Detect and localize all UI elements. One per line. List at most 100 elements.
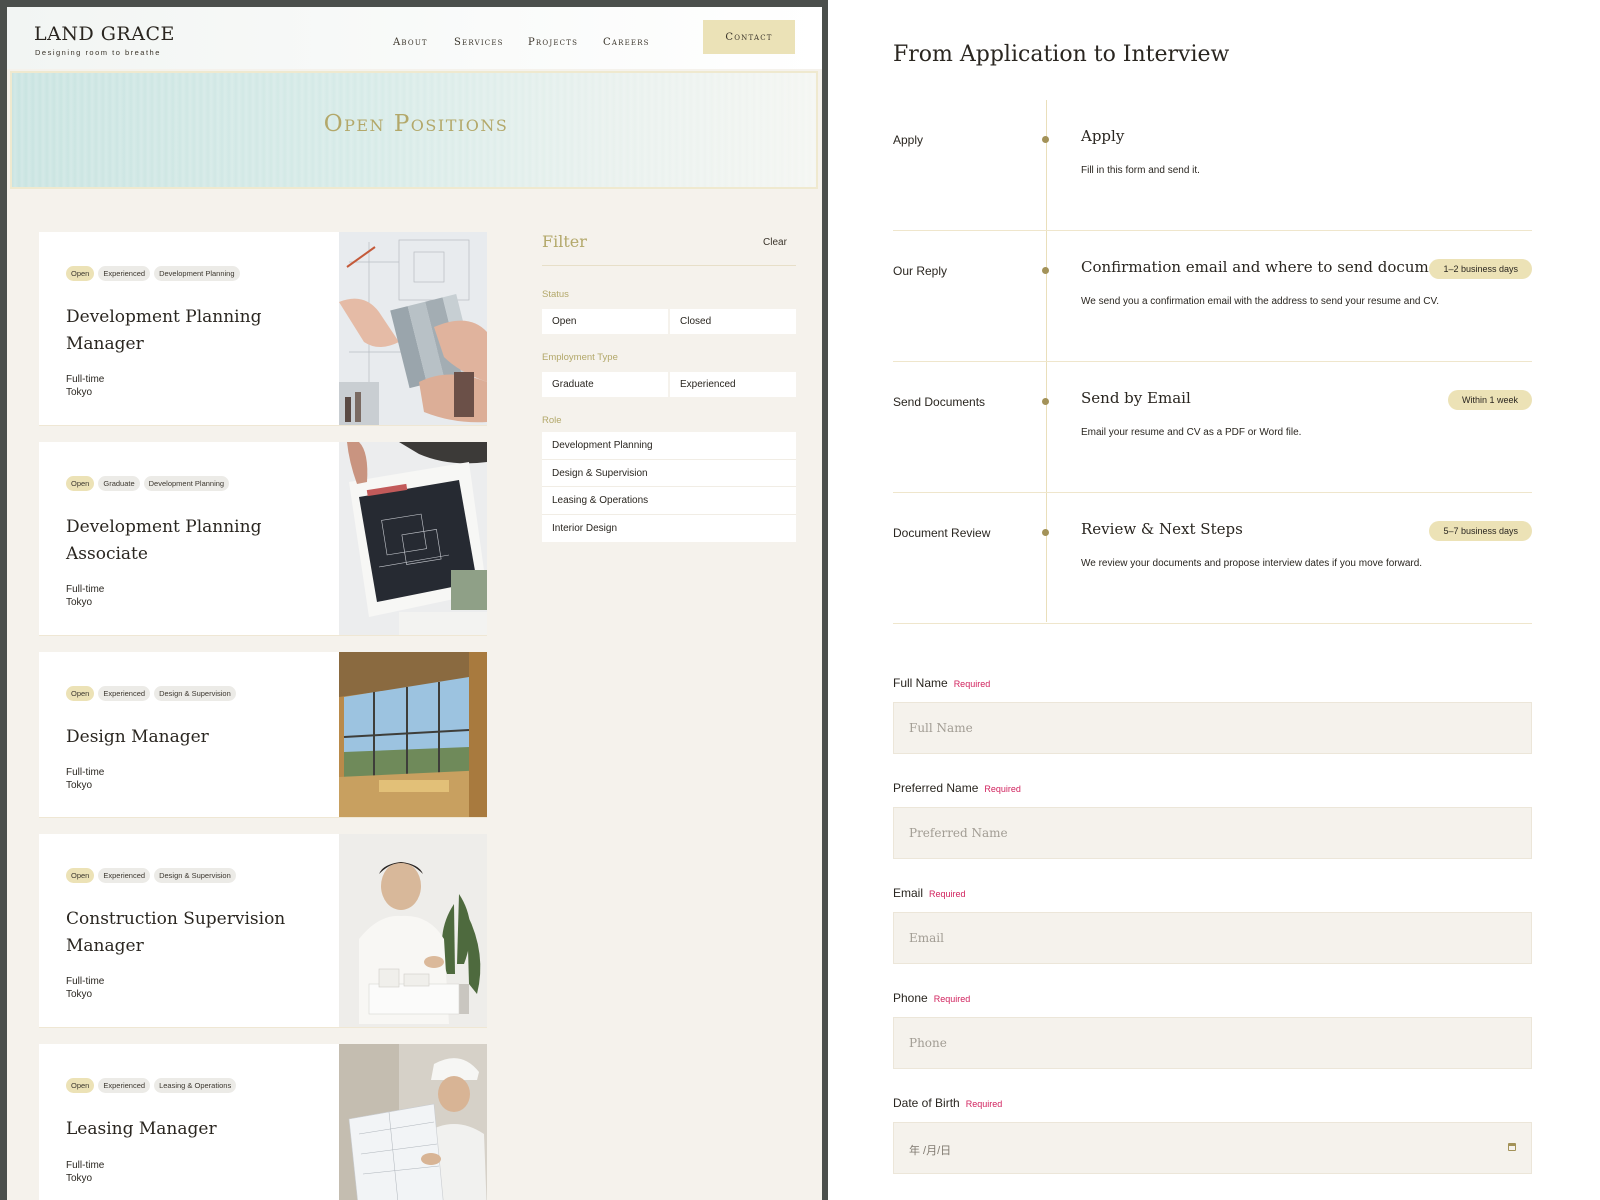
job-title[interactable]: Construction Supervision Manager — [66, 906, 306, 960]
tag-role: Design & Supervision — [154, 868, 236, 883]
tag-status: Open — [66, 868, 95, 883]
filter-status-closed[interactable]: Closed — [670, 309, 796, 334]
job-card[interactable]: Open Experienced Leasing & Operations Le… — [39, 1044, 487, 1200]
step-dot-icon — [1042, 136, 1049, 143]
site-header: LAND GRACE Designing room to breathe Abo… — [7, 7, 822, 69]
dob-input[interactable] — [893, 1122, 1532, 1174]
tag-status: Open — [66, 266, 95, 281]
step-label: Send Documents — [893, 395, 986, 409]
job-card[interactable]: Open Experienced Development Planning De… — [39, 232, 487, 426]
job-tags: Open Experienced Design & Supervision — [66, 686, 236, 701]
job-card[interactable]: Open Graduate Development Planning Devel… — [39, 442, 487, 636]
tag-role: Leasing & Operations — [154, 1078, 237, 1093]
required-badge: Required — [984, 784, 1021, 794]
swatch-photo — [339, 232, 487, 425]
step-heading: Review & Next Steps — [1081, 520, 1243, 538]
dob-placeholder: 年 /月/日 — [909, 1145, 952, 1157]
tag-experience: Experienced — [98, 1078, 151, 1093]
email-input[interactable] — [893, 912, 1532, 964]
required-badge: Required — [929, 889, 966, 899]
employment-filter: Graduate Experienced — [542, 372, 796, 397]
employment-filter-label: Employment Type — [542, 352, 618, 363]
job-tags: Open Experienced Development Planning — [66, 266, 240, 281]
job-type: Full-time — [66, 767, 105, 778]
nav-projects[interactable]: Projects — [528, 37, 578, 48]
job-location: Tokyo — [66, 1173, 93, 1184]
job-type: Full-time — [66, 976, 105, 987]
filter-employment-graduate[interactable]: Graduate — [542, 372, 668, 397]
hardhat-photo — [339, 1044, 487, 1200]
careers-page: LAND GRACE Designing room to breathe Abo… — [7, 7, 822, 1200]
tag-status: Open — [66, 686, 95, 701]
job-type: Full-time — [66, 584, 105, 595]
calendar-icon[interactable] — [1508, 1143, 1516, 1151]
tag-experience: Graduate — [98, 476, 140, 491]
process-step: Apply Apply Fill in this form and send i… — [893, 100, 1532, 231]
filter-employment-experienced[interactable]: Experienced — [670, 372, 796, 397]
required-badge: Required — [933, 994, 971, 1004]
logo[interactable]: LAND GRACE — [34, 23, 175, 45]
field-label-text: Email — [893, 886, 924, 900]
job-type: Full-time — [66, 374, 105, 385]
email-label: Email Required — [893, 886, 966, 900]
step-heading: Send by Email — [1081, 389, 1191, 407]
status-filter-label: Status — [542, 289, 569, 300]
step-label: Apply — [893, 133, 924, 147]
step-description: We review your documents and propose int… — [1081, 558, 1423, 569]
field-label-text: Full Name — [893, 676, 948, 690]
job-title[interactable]: Design Manager — [66, 724, 306, 751]
application-page: From Application to Interview Apply Appl… — [828, 0, 1600, 1200]
preferred-name-input[interactable] — [893, 807, 1532, 859]
nav-about[interactable]: About — [393, 37, 428, 48]
step-heading: Confirmation email and where to send doc… — [1081, 258, 1461, 276]
job-title[interactable]: Development Planning Manager — [66, 304, 306, 358]
step-heading: Apply — [1081, 127, 1125, 145]
filter-clear-button[interactable]: Clear — [763, 237, 787, 248]
step-description: We send you a confirmation email with th… — [1081, 296, 1439, 307]
status-filter: Open Closed — [542, 309, 796, 334]
field-label-text: Date of Birth — [893, 1096, 960, 1110]
job-location: Tokyo — [66, 387, 93, 398]
job-card[interactable]: Open Experienced Design & Supervision Co… — [39, 834, 487, 1028]
step-label: Document Review — [893, 526, 991, 540]
step-duration-badge: Within 1 week — [1447, 390, 1532, 410]
contact-button[interactable]: Contact — [703, 20, 795, 54]
preferred-name-label: Preferred Name Required — [893, 781, 1021, 795]
process-title: From Application to Interview — [893, 42, 1230, 67]
tag-experience: Experienced — [98, 266, 151, 281]
filter-title: Filter — [542, 232, 587, 251]
filter-role-design-supervision[interactable]: Design & Supervision — [542, 460, 796, 487]
job-card[interactable]: Open Experienced Design & Supervision De… — [39, 652, 487, 818]
tag-status: Open — [66, 476, 95, 491]
nav-services[interactable]: Services — [454, 37, 504, 48]
tag-experience: Experienced — [98, 868, 151, 883]
filter-role-leasing-operations[interactable]: Leasing & Operations — [542, 487, 796, 515]
process-step: Document Review Review & Next Steps We r… — [893, 493, 1532, 624]
job-tags: Open Graduate Development Planning — [66, 476, 230, 491]
required-badge: Required — [965, 1099, 1003, 1109]
hero-banner: Open Positions — [10, 71, 818, 189]
step-description: Fill in this form and send it. — [1081, 165, 1200, 176]
job-title[interactable]: Development Planning Associate — [66, 514, 306, 568]
step-dot-icon — [1042, 529, 1049, 536]
job-location: Tokyo — [66, 597, 93, 608]
job-location: Tokyo — [66, 989, 93, 1000]
full-name-input[interactable] — [893, 702, 1532, 754]
nav-careers[interactable]: Careers — [603, 37, 650, 48]
architect-photo — [339, 834, 487, 1027]
process-step: Send Documents Send by Email Email your … — [893, 362, 1532, 493]
tag-experience: Experienced — [98, 686, 151, 701]
filter-role-development-planning[interactable]: Development Planning — [542, 432, 796, 460]
phone-input[interactable] — [893, 1017, 1532, 1069]
page-title: Open Positions — [323, 111, 509, 137]
full-name-label: Full Name Required — [893, 676, 990, 690]
required-badge: Required — [953, 679, 991, 689]
filter-role-interior-design[interactable]: Interior Design — [542, 515, 796, 543]
step-dot-icon — [1042, 398, 1049, 405]
step-duration-badge: 1–2 business days — [1429, 259, 1532, 279]
filter-status-open[interactable]: Open — [542, 309, 668, 334]
job-tags: Open Experienced Leasing & Operations — [66, 1078, 237, 1093]
job-title[interactable]: Leasing Manager — [66, 1116, 306, 1143]
job-location: Tokyo — [66, 780, 93, 791]
process-step: Our Reply Confirmation email and where t… — [893, 231, 1532, 362]
